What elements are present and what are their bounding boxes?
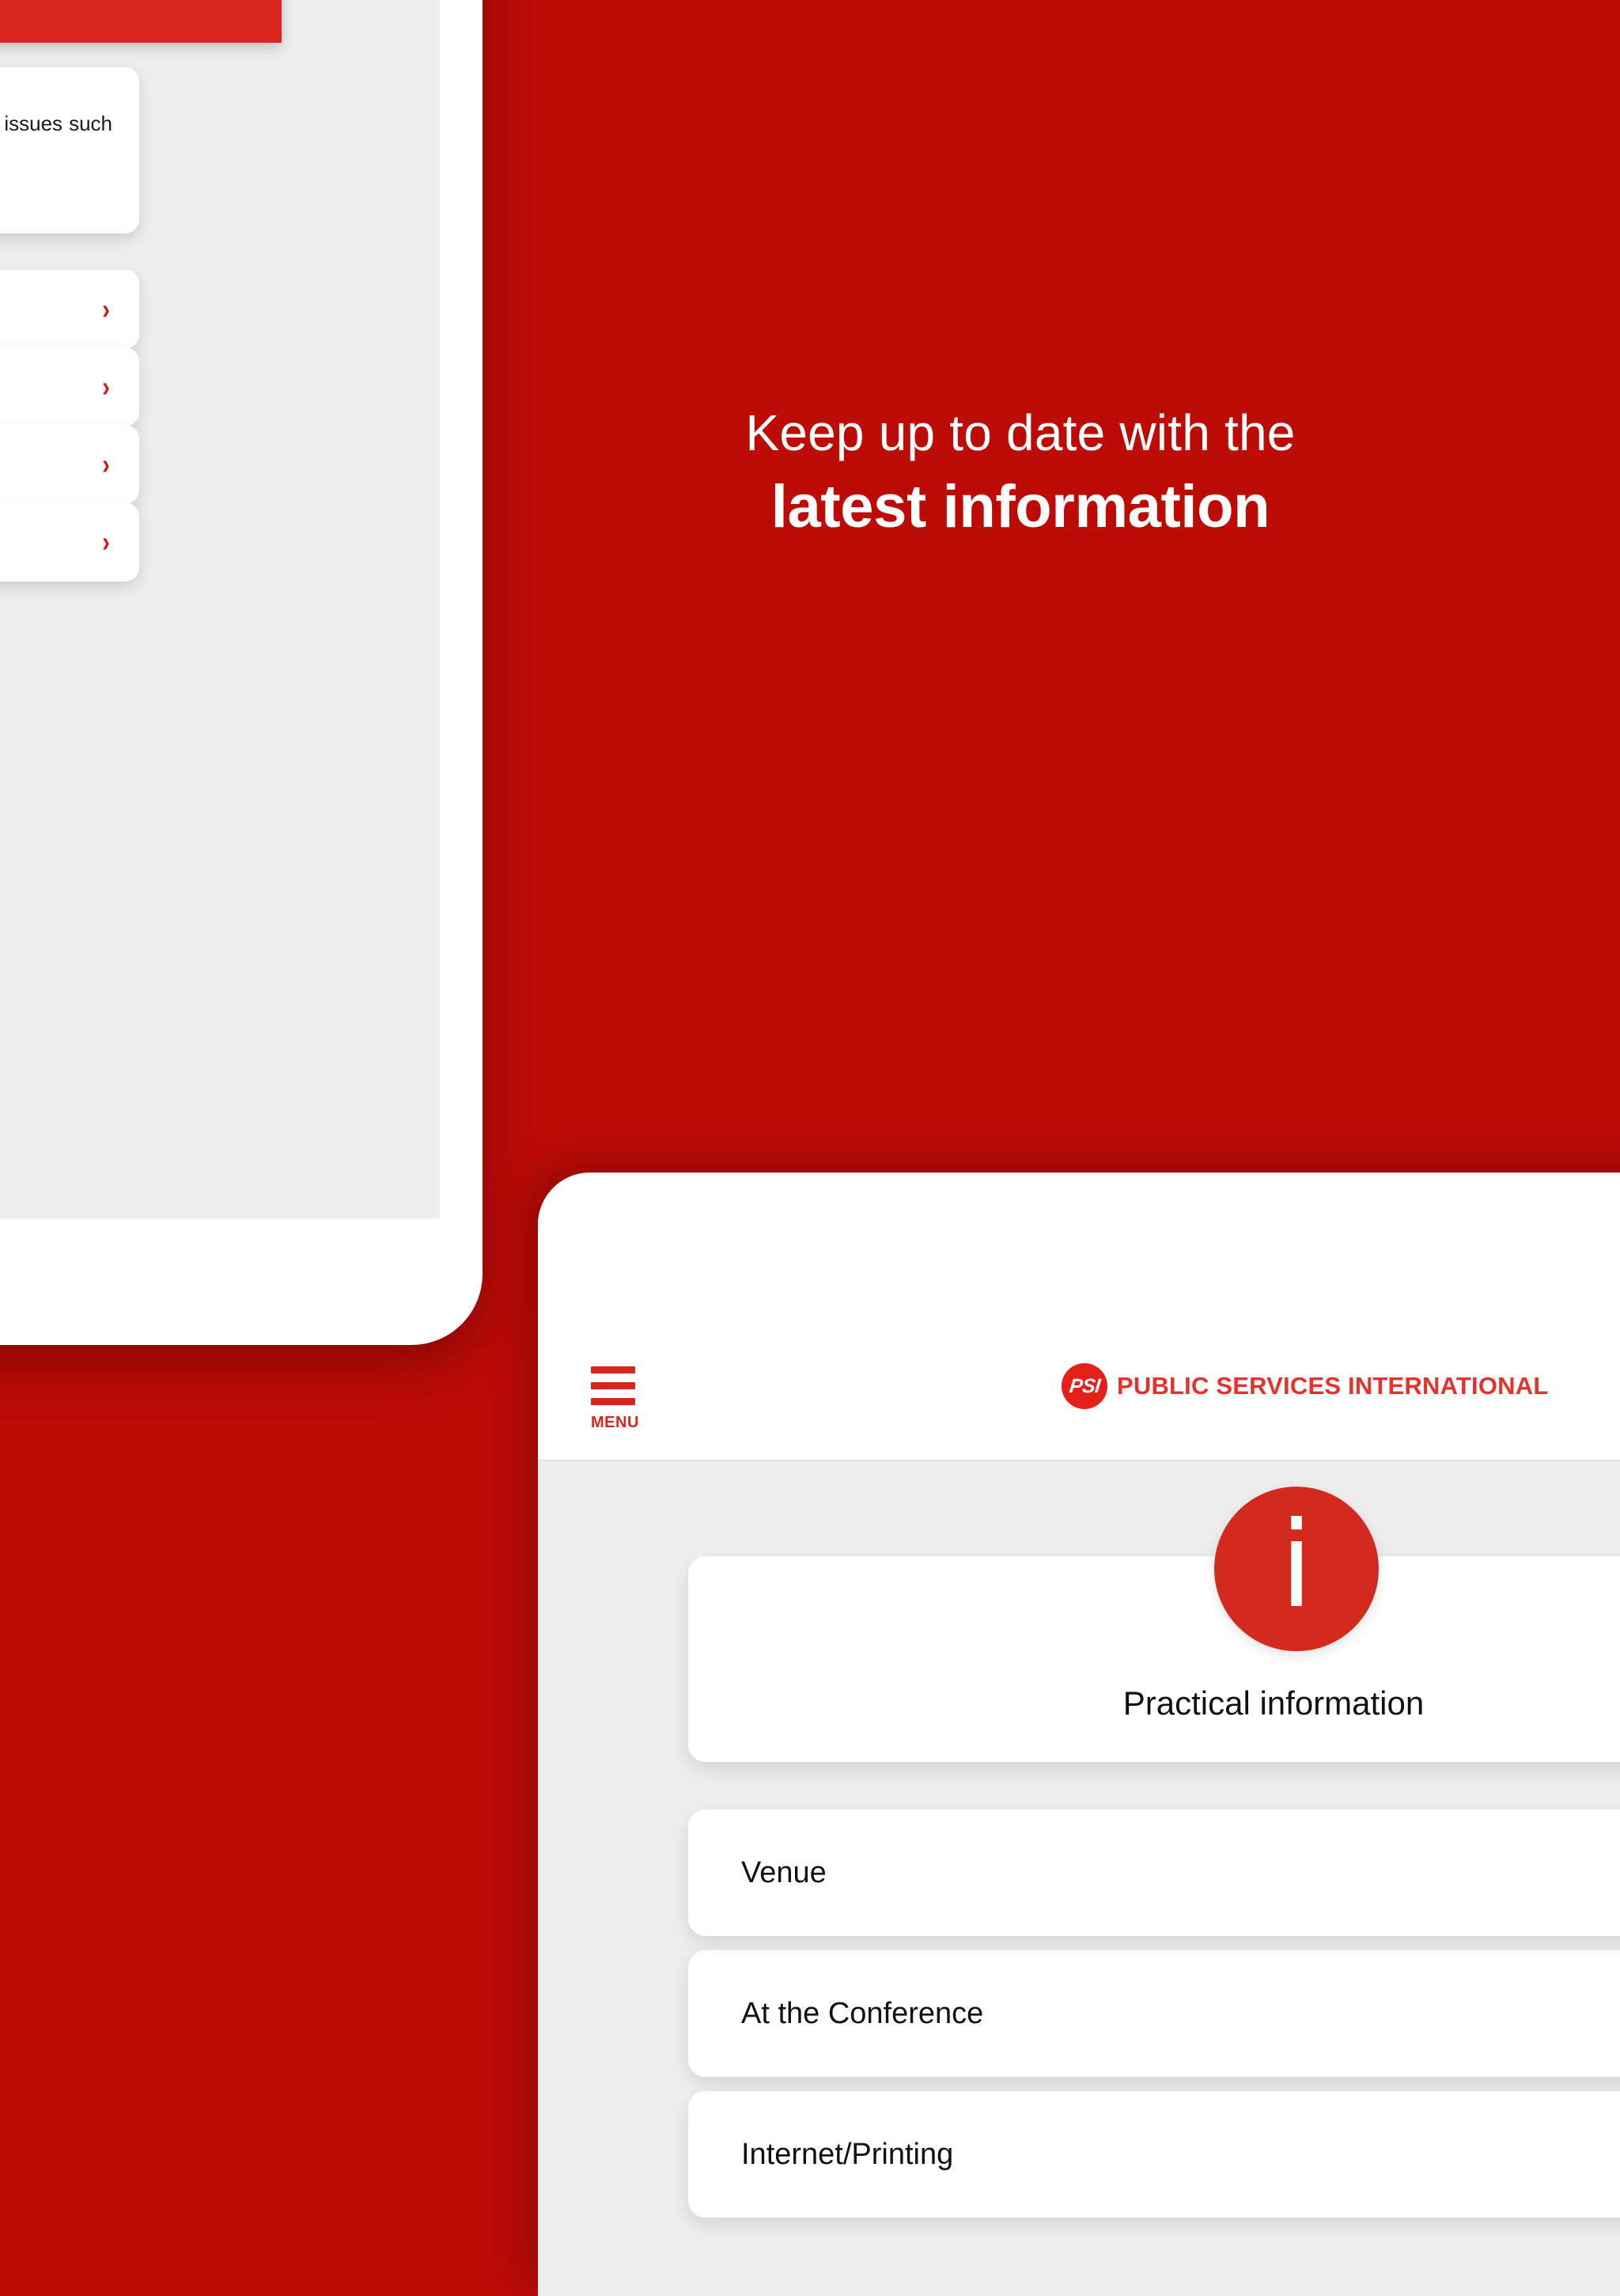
right-phone-screen: i Practical information Venue At the Con… bbox=[538, 1461, 1620, 2296]
article-paragraph: held from 24-28 ade union leaders rganis… bbox=[0, 112, 112, 135]
list-item-at-the-conference[interactable]: At the Conference bbox=[688, 1950, 1620, 2077]
info-icon-glyph: i bbox=[1280, 1497, 1313, 1635]
left-phone-header-banner bbox=[0, 0, 282, 43]
chevron-right-icon: › bbox=[102, 525, 110, 558]
list-item-label: At the Conference bbox=[741, 1996, 984, 2030]
list-item-venue[interactable]: Venue bbox=[688, 1809, 1620, 1936]
left-phone-screen: held from 24-28 ade union leaders rganis… bbox=[0, 0, 440, 1218]
list-item-label: Internet/Printing bbox=[741, 2137, 954, 2171]
hero-line-2: latest information bbox=[770, 472, 1270, 540]
chevron-right-icon: › bbox=[102, 448, 110, 480]
psi-badge-icon: PSI bbox=[1062, 1363, 1107, 1409]
hamburger-line bbox=[591, 1366, 635, 1373]
left-phone-mockup: held from 24-28 ade union leaders rganis… bbox=[0, 0, 483, 1345]
list-item[interactable]: › bbox=[0, 502, 139, 582]
hamburger-line bbox=[591, 1382, 635, 1389]
info-icon: i bbox=[1214, 1487, 1379, 1651]
psi-logo[interactable]: PSI PUBLIC SERVICES INTERNATIONAL bbox=[1062, 1363, 1548, 1409]
psi-badge-label: PSI bbox=[1068, 1374, 1101, 1397]
menu-label: MENU bbox=[591, 1414, 639, 1431]
practical-information-card[interactable]: Practical information bbox=[688, 1556, 1620, 1762]
hero-line-1: Keep up to date with the bbox=[745, 404, 1296, 461]
hero-text-block: Keep up to date with the latest informat… bbox=[664, 404, 1376, 542]
article-card[interactable]: held from 24-28 ade union leaders rganis… bbox=[0, 67, 139, 233]
hamburger-line bbox=[591, 1398, 635, 1405]
list-item[interactable]: › bbox=[0, 425, 139, 504]
right-phone-mockup: MENU PSI PUBLIC SERVICES INTERNATIONAL i… bbox=[538, 1173, 1620, 2296]
hamburger-icon bbox=[591, 1366, 646, 1405]
list-item-internet-printing[interactable]: Internet/Printing bbox=[688, 2091, 1620, 2218]
list-item-label: Venue bbox=[741, 1855, 827, 1889]
app-topbar: MENU PSI PUBLIC SERVICES INTERNATIONAL bbox=[538, 1173, 1620, 1461]
chevron-right-icon: › bbox=[102, 293, 110, 325]
page-title: Practical information bbox=[1122, 1684, 1425, 1722]
menu-button[interactable]: MENU bbox=[591, 1366, 646, 1432]
chevron-right-icon: › bbox=[102, 370, 110, 403]
list-item[interactable]: › bbox=[0, 270, 139, 349]
psi-wordmark: PUBLIC SERVICES INTERNATIONAL bbox=[1117, 1372, 1549, 1400]
list-item[interactable]: › bbox=[0, 347, 139, 426]
